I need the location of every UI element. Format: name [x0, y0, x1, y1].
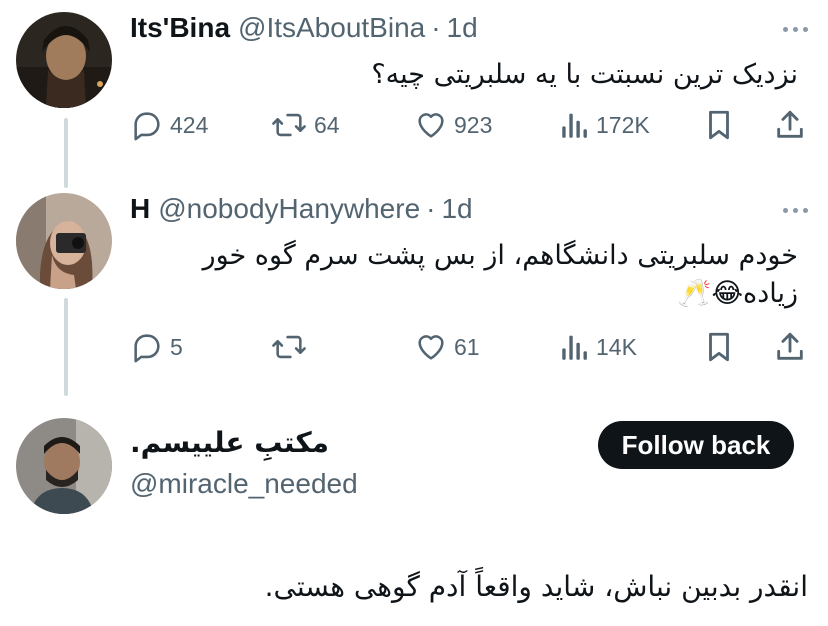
reply-count: 424 [170, 111, 209, 138]
like-button[interactable]: 61 [414, 330, 480, 364]
thread-line [64, 298, 68, 396]
retweet-count: 64 [314, 111, 340, 138]
tweet-actions: 424 64 923 172K [130, 108, 810, 148]
views-button[interactable]: 14K [560, 330, 637, 364]
author-handle[interactable]: @nobodyHanywhere [158, 193, 420, 225]
profile-name[interactable]: مکتبِ علییسم. [130, 426, 329, 459]
reply-button[interactable]: 5 [130, 330, 183, 364]
bookmark-button[interactable] [704, 108, 734, 142]
thread-line [64, 118, 68, 188]
bookmark-icon [709, 110, 729, 140]
views-count: 172K [596, 111, 650, 138]
share-button[interactable] [774, 108, 806, 142]
retweet-icon [272, 113, 306, 137]
retweet-button[interactable]: 64 [270, 108, 340, 142]
like-icon [418, 113, 444, 138]
avatar[interactable] [16, 418, 112, 514]
more-icon[interactable] [783, 27, 808, 32]
share-button[interactable] [774, 330, 806, 364]
timestamp[interactable]: 1d [447, 12, 478, 44]
share-icon [777, 332, 803, 360]
views-icon [562, 335, 587, 360]
retweet-icon [272, 335, 306, 359]
views-icon [562, 113, 587, 138]
avatar[interactable] [16, 12, 112, 108]
share-icon [777, 110, 803, 138]
tweet-header: H @nobodyHanywhere · 1d [130, 193, 473, 225]
tweet-header: Its'Bina @ItsAboutBina · 1d [130, 12, 478, 44]
profile-handle[interactable]: @miracle_needed [130, 468, 358, 500]
separator-dot: · [426, 193, 436, 224]
tweet-text: نزدیک ترین نسبتت با یه سلبریتی چیه؟ [371, 56, 798, 94]
like-count: 923 [454, 111, 493, 138]
reply-button[interactable]: 424 [130, 108, 208, 142]
author-handle[interactable]: @ItsAboutBina [238, 12, 425, 44]
avatar[interactable] [16, 193, 112, 289]
author-name[interactable]: H [130, 193, 150, 225]
reply-icon [134, 112, 160, 141]
follow-back-button[interactable]: Follow back [598, 421, 794, 469]
profile-bio: انقدر بدبین نباش، شاید واقعاً آدم گوهی ه… [264, 570, 808, 603]
bookmark-button[interactable] [704, 330, 734, 364]
more-icon[interactable] [783, 208, 808, 213]
reply-icon [134, 334, 160, 363]
separator-dot: · [431, 12, 441, 43]
retweet-button[interactable] [270, 330, 314, 364]
tweet-text-line: خودم سلبریتی دانشگاهم، از بس پشت سرم گوه… [202, 240, 798, 271]
tweet-text: خودم سلبریتی دانشگاهم، از بس پشت سرم گوه… [203, 237, 798, 313]
timestamp[interactable]: 1d [441, 193, 472, 225]
tweet-actions: 5 61 14K [130, 330, 810, 370]
reply-count: 5 [170, 333, 183, 360]
like-count: 61 [454, 333, 480, 360]
tweet-text-line: نزدیک ترین نسبتت با یه سلبریتی چیه؟ [371, 59, 798, 90]
like-button[interactable]: 923 [414, 108, 492, 142]
views-button[interactable]: 172K [560, 108, 650, 142]
author-name[interactable]: Its'Bina [130, 12, 230, 44]
tweet-text-line: زیاده😂🥂 [677, 278, 798, 309]
views-count: 14K [596, 333, 637, 360]
bookmark-icon [709, 332, 729, 362]
like-icon [418, 335, 444, 360]
